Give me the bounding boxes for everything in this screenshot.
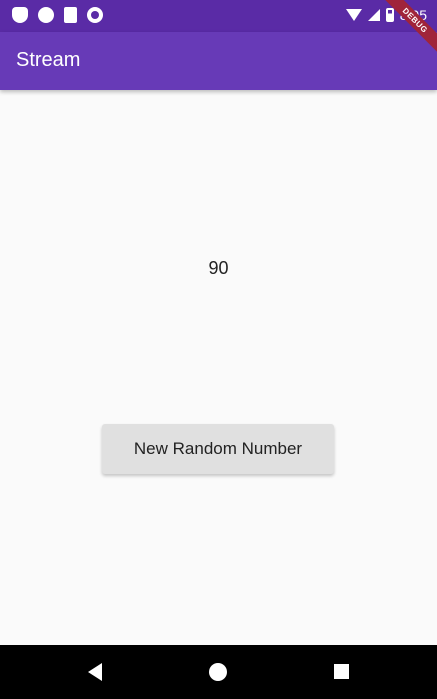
recents-icon[interactable] — [334, 664, 349, 679]
home-icon[interactable] — [209, 663, 227, 681]
new-random-number-button[interactable]: New Random Number — [102, 424, 334, 474]
sd-card-icon — [64, 7, 77, 23]
shield-icon — [12, 7, 28, 23]
ring-icon — [87, 7, 103, 23]
compass-icon — [38, 7, 54, 23]
app-bar: Stream — [0, 32, 437, 90]
signal-icon — [367, 9, 380, 21]
navigation-bar — [0, 645, 437, 699]
battery-icon — [385, 8, 394, 22]
wifi-icon — [345, 9, 362, 21]
status-bar: 8:05 — [0, 0, 437, 32]
status-left-icons — [12, 7, 103, 23]
back-icon[interactable] — [88, 663, 102, 681]
random-number-display: 90 — [208, 258, 229, 278]
page-title: Stream — [16, 49, 81, 71]
